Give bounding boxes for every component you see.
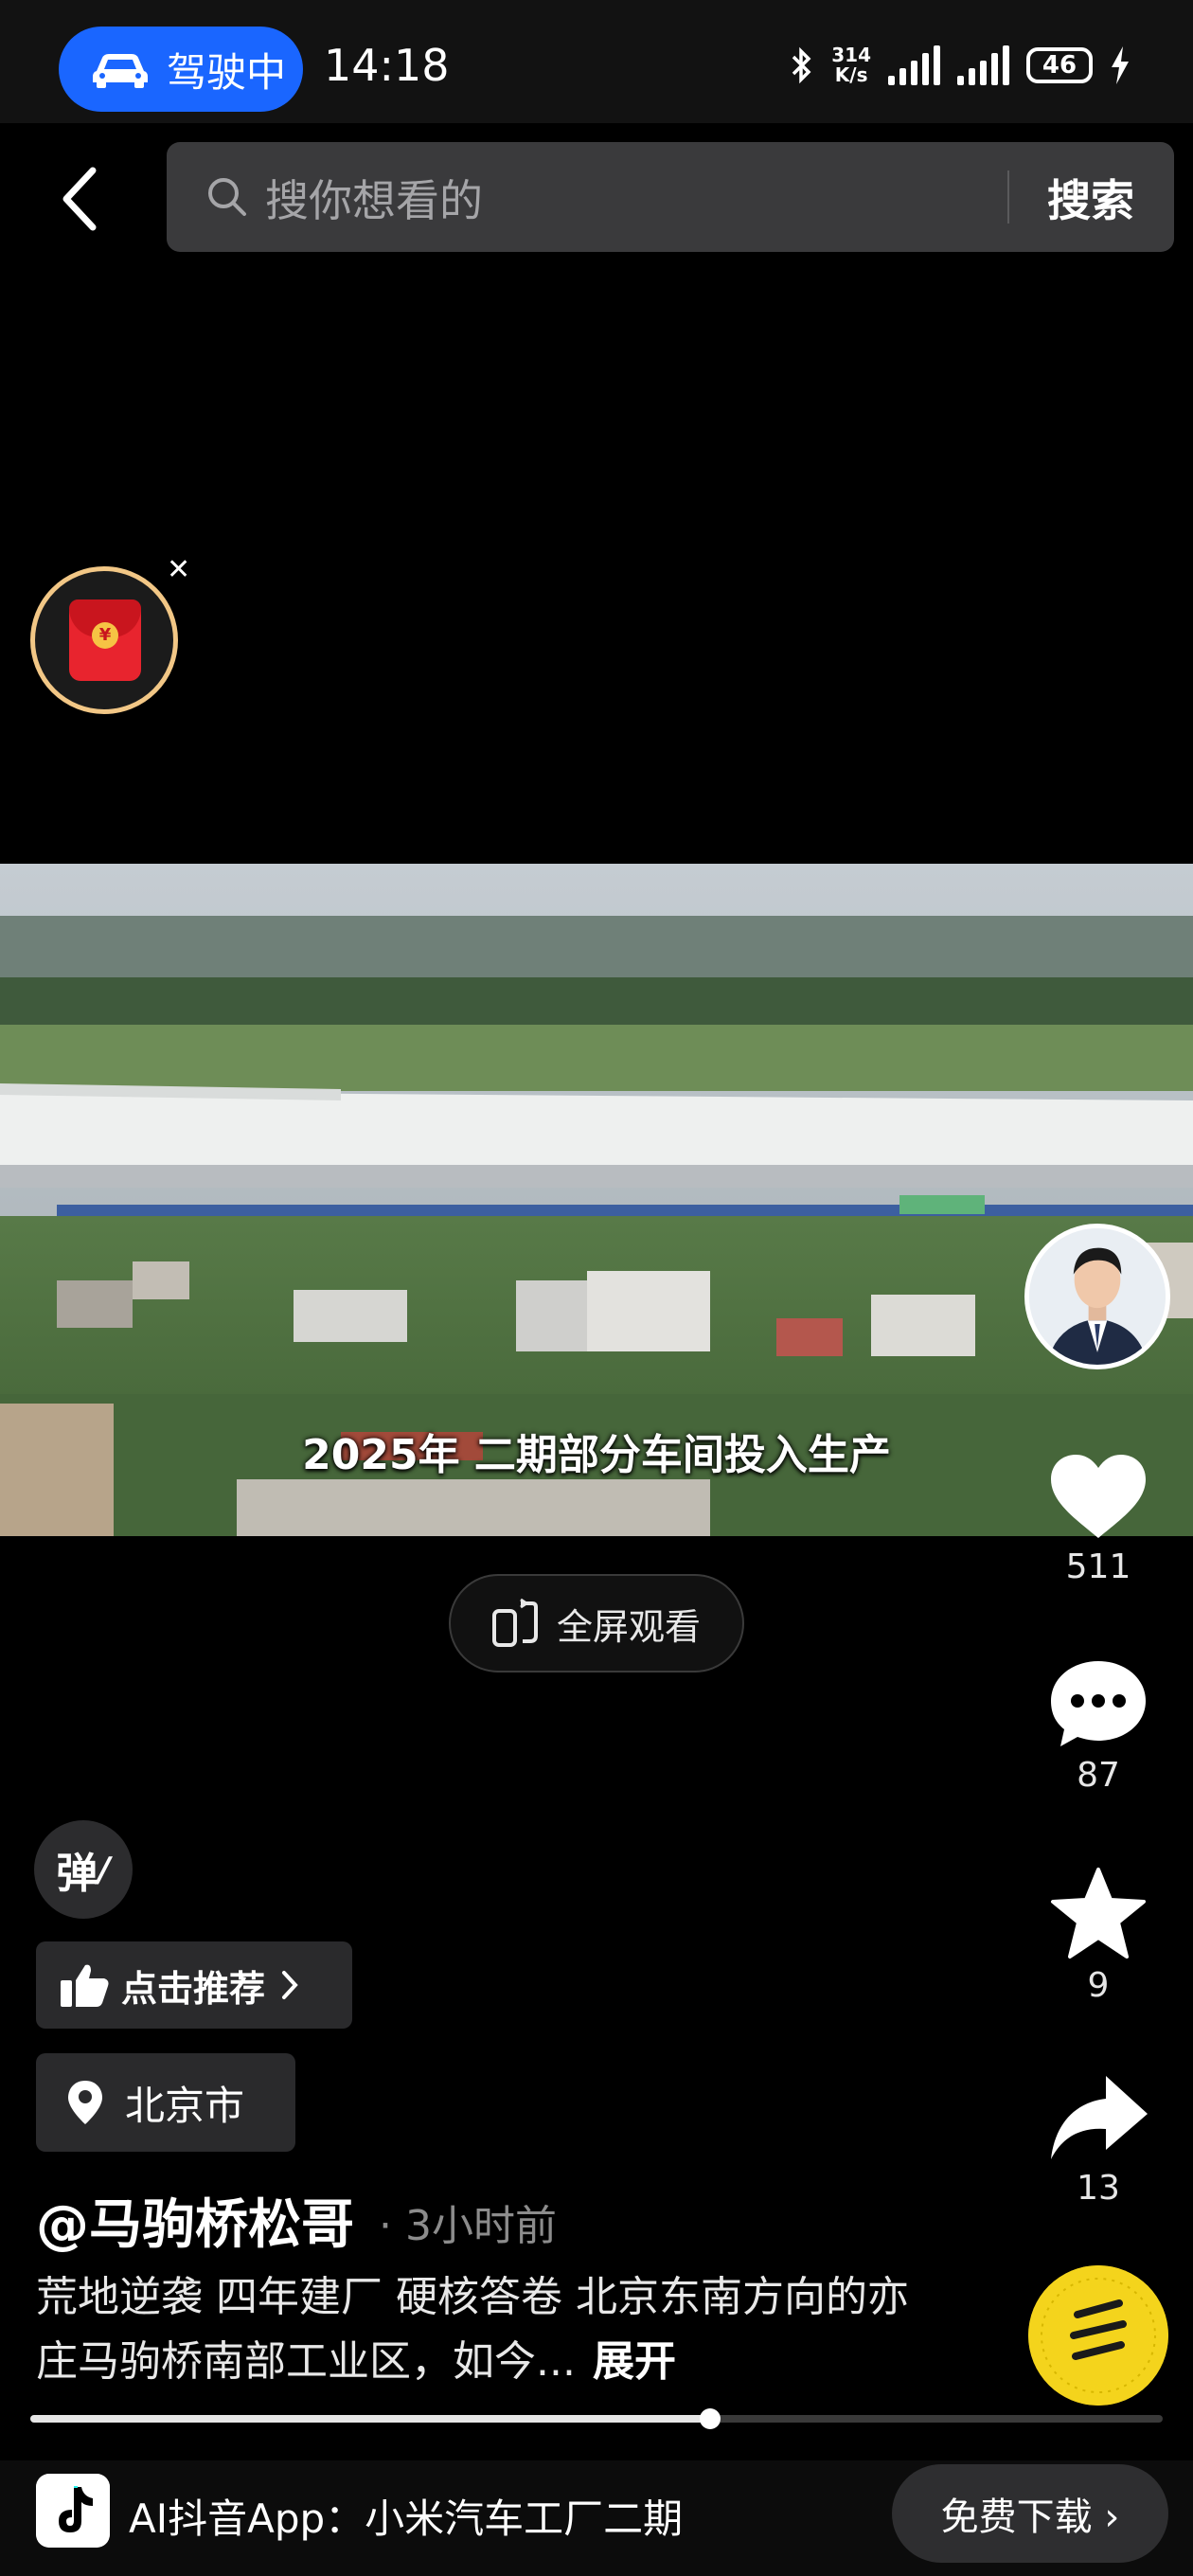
download-button[interactable]: 免费下载 › [892, 2464, 1168, 2563]
back-icon[interactable] [47, 161, 114, 237]
network-speed: 314 K/s [831, 45, 871, 85]
location-pin-icon [68, 2081, 102, 2124]
chevron-right-icon [282, 1971, 298, 1999]
video-subtitle: 2025年 二期部分车间投入生产 [302, 1431, 891, 1479]
rotate-screen-icon [492, 1598, 538, 1647]
progress-fill [30, 2415, 710, 2423]
driving-label: 驾驶中 [167, 48, 287, 96]
post-description-text: 荒地逆袭 四年建厂 硬核答卷 北京东南方向的亦庄马驹桥南部工业区，如今... [36, 2273, 909, 2386]
search-placeholder: 搜你想看的 [265, 175, 483, 226]
charging-icon [1112, 46, 1129, 84]
red-envelope-icon: ¥ [69, 599, 141, 681]
recommend-label: 点击推荐 [121, 1967, 266, 2010]
location-label: 北京市 [125, 2082, 245, 2129]
like-count: 511 [1065, 1547, 1131, 1586]
share-arrow-icon[interactable] [1045, 2072, 1151, 2163]
battery-icon: 46 [1026, 47, 1093, 83]
search-button[interactable]: 搜索 [1047, 167, 1134, 229]
douyin-logo-icon [36, 2474, 110, 2548]
driving-mode-pill[interactable]: 驾驶中 [59, 27, 303, 112]
share-action[interactable]: 13 [1032, 2072, 1165, 2208]
car-icon [93, 54, 148, 88]
star-icon[interactable] [1047, 1866, 1149, 1960]
creator-avatar[interactable] [1024, 1224, 1170, 1369]
expand-button[interactable]: 展开 [593, 2337, 676, 2386]
heart-icon[interactable] [1047, 1451, 1149, 1542]
banner-text: AI抖音App：小米汽车工厂二期 [129, 2496, 684, 2542]
danmu-toggle-button[interactable]: 弹 / [34, 1820, 133, 1919]
music-disc-icon[interactable] [1028, 2265, 1168, 2406]
network-speed-unit: K/s [834, 63, 868, 86]
post-time: · 3小时前 [379, 2202, 557, 2250]
like-action[interactable]: 511 [1032, 1451, 1165, 1586]
post-description: 荒地逆袭 四年建厂 硬核答卷 北京东南方向的亦庄马驹桥南部工业区，如今... 展开 [36, 2265, 945, 2394]
danmu-label: 弹 [56, 1850, 98, 1898]
fullscreen-label: 全屏观看 [557, 1605, 702, 1648]
bluetooth-icon [792, 46, 811, 84]
signal-icon-2 [957, 45, 1009, 85]
thumbs-up-icon [61, 1964, 109, 2007]
status-icons: 314 K/s 46 [788, 42, 1131, 89]
fullscreen-button[interactable]: 全屏观看 [449, 1574, 744, 1673]
clock: 14:18 [324, 40, 450, 91]
network-speed-value: 314 [831, 44, 871, 66]
progress-handle[interactable] [699, 2408, 721, 2429]
location-tag[interactable]: 北京市 [36, 2053, 295, 2152]
close-icon[interactable]: ✕ [167, 553, 190, 586]
favorite-count: 9 [1087, 1966, 1110, 2005]
comment-action[interactable]: 87 [1032, 1655, 1165, 1795]
author-name[interactable]: @马驹桥松哥 [36, 2182, 354, 2259]
share-count: 13 [1077, 2169, 1120, 2208]
search-icon [208, 178, 246, 216]
favorite-action[interactable]: 9 [1032, 1866, 1165, 2005]
search-divider [1007, 170, 1009, 224]
signal-icon [888, 45, 940, 85]
red-packet-widget[interactable]: ¥ [30, 566, 178, 714]
comment-count: 87 [1077, 1756, 1120, 1795]
comment-bubble-icon[interactable] [1047, 1655, 1149, 1750]
recommend-button[interactable]: 点击推荐 [36, 1941, 352, 2029]
